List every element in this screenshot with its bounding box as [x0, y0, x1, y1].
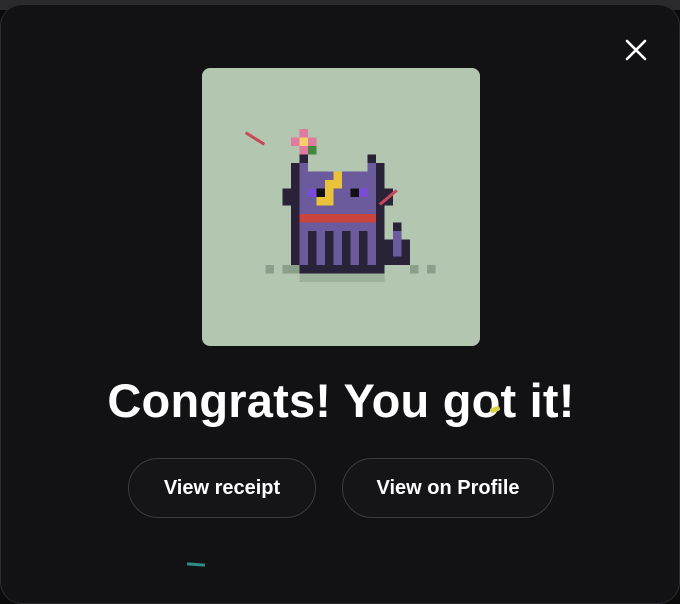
nft-image: [202, 68, 480, 346]
purchase-success-modal: Congrats! You got it! View receipt View …: [0, 4, 680, 604]
pixel-cat-image: [265, 129, 436, 282]
close-icon: [625, 39, 647, 61]
view-receipt-button[interactable]: View receipt: [128, 458, 316, 518]
close-button[interactable]: [619, 33, 653, 67]
view-on-profile-button[interactable]: View on Profile: [342, 458, 554, 518]
confetti-piece: [186, 562, 206, 567]
congrats-heading: Congrats! You got it!: [107, 374, 575, 427]
